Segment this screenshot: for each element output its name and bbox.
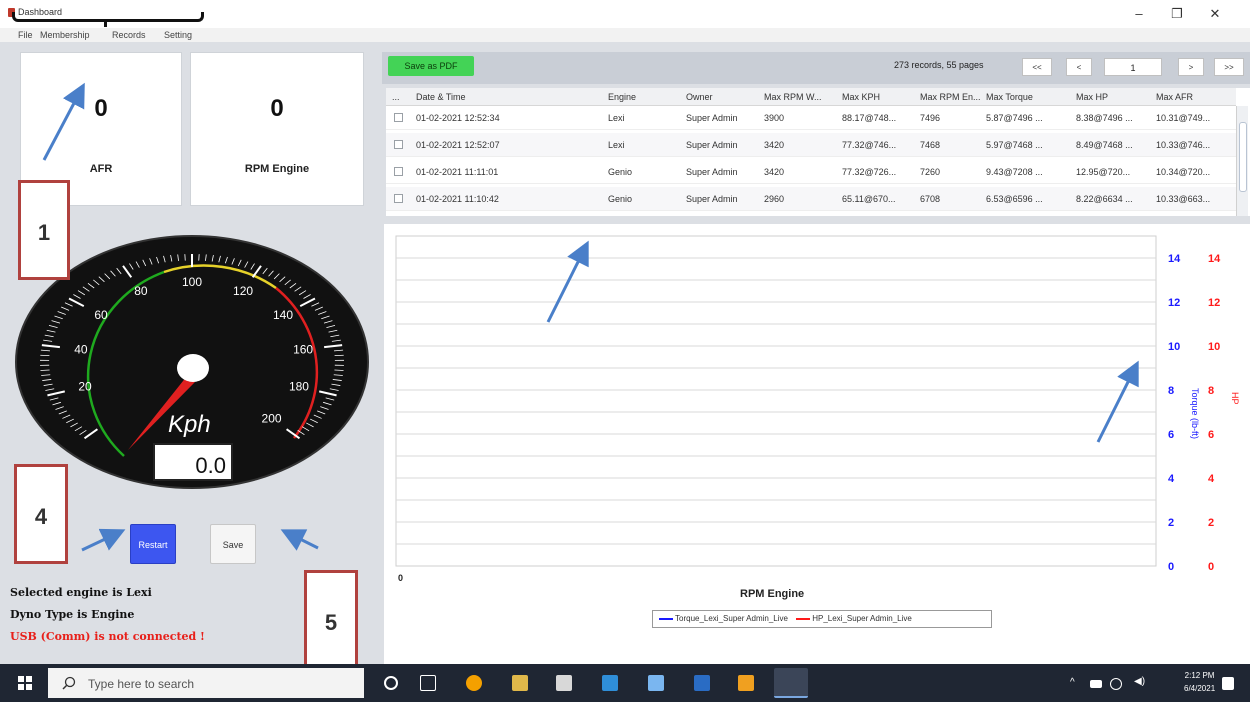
search-icon [62,676,76,690]
app-orange-icon[interactable] [738,675,754,691]
clock-date: 6/4/2021 [1184,684,1216,693]
windows-start-icon[interactable] [18,676,32,690]
chrome-icon[interactable] [466,675,482,691]
file-explorer-icon[interactable] [512,675,528,691]
arrow-5 [280,529,319,551]
tray-clock[interactable]: 2:12 PM 6/4/2021 [1184,669,1215,695]
taskbar: Type here to search ^ ◀) 2:12 PM 6/4/202… [0,664,1250,702]
arrow-4 [81,528,126,552]
taskbar-search[interactable]: Type here to search [48,668,364,698]
task-view-icon[interactable] [420,675,436,691]
cortana-icon[interactable] [384,676,398,690]
arrow-3 [1096,360,1139,443]
search-placeholder: Type here to search [88,677,195,691]
notification-icon[interactable] [1222,677,1234,690]
tray-chevron-icon[interactable]: ^ [1070,677,1075,688]
annotation-arrows [42,82,1139,552]
store-icon[interactable] [556,675,572,691]
arrow-1 [42,82,85,161]
network-icon[interactable] [1110,678,1122,690]
word-icon[interactable] [694,675,710,691]
shield-icon[interactable] [648,675,664,691]
clock-time: 2:12 PM [1184,671,1215,680]
mail-icon[interactable] [602,675,618,691]
volume-icon[interactable]: ◀) [1134,676,1145,687]
dashboard-taskbar-icon[interactable] [774,668,808,698]
arrow-2 [546,240,589,323]
battery-icon[interactable] [1090,680,1102,688]
